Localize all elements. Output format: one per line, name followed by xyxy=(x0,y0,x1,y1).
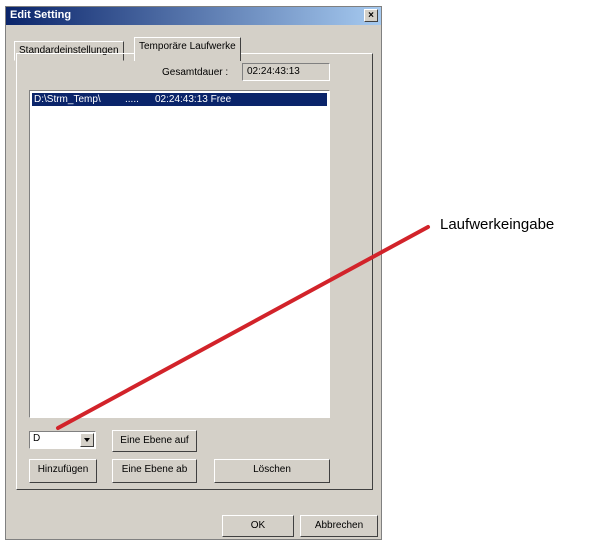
tab-temporaere-laufwerke[interactable]: Temporäre Laufwerke xyxy=(134,37,241,61)
annotation-label: Laufwerkeingabe xyxy=(440,216,555,233)
annotation-line xyxy=(56,225,430,430)
